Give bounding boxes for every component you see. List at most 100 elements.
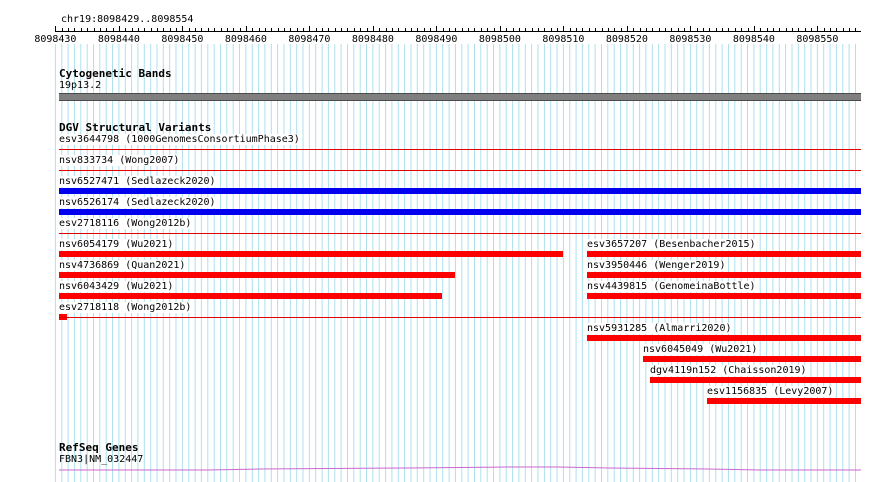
cytogenetic-bands-track-title[interactable]: Cytogenetic Bands xyxy=(59,67,172,80)
ruler-tick xyxy=(62,28,63,32)
sv-feature-bar[interactable] xyxy=(59,209,861,215)
sv-feature-bar[interactable] xyxy=(59,188,861,194)
sv-feature-label[interactable]: esv1156835 (Levy2007) xyxy=(707,386,834,397)
ruler-tick xyxy=(151,28,152,32)
ruler-tick xyxy=(405,28,406,32)
dgv-track-title[interactable]: DGV Structural Variants xyxy=(59,121,211,134)
ruler-tick xyxy=(455,28,456,32)
sv-feature-label[interactable]: dgv4119n152 (Chaisson2019) xyxy=(650,365,807,376)
sv-feature-bar[interactable] xyxy=(707,398,861,404)
ruler-tick xyxy=(646,28,647,32)
sv-feature-bar[interactable] xyxy=(59,293,442,299)
ruler-tick xyxy=(417,28,418,32)
ruler-tick xyxy=(392,28,393,32)
ruler-tick xyxy=(259,28,260,32)
sv-feature-label[interactable]: nsv4736869 (Quan2021) xyxy=(59,260,186,271)
ruler-tick xyxy=(119,26,120,32)
sv-feature-bar[interactable] xyxy=(587,251,861,257)
refseq-track-title[interactable]: RefSeq Genes xyxy=(59,441,138,454)
ruler-tick xyxy=(754,26,755,32)
sv-feature-label[interactable]: nsv6054179 (Wu2021) xyxy=(59,239,174,250)
ruler-tick-label: 8098460 xyxy=(224,34,267,45)
ruler-tick xyxy=(500,26,501,32)
cytoband-label: 19p13.2 xyxy=(59,80,102,91)
ruler-tick xyxy=(309,26,310,32)
ruler-tick xyxy=(709,28,710,32)
sv-feature-bar[interactable] xyxy=(587,293,861,299)
ruler-tick xyxy=(360,28,361,32)
ruler-tick xyxy=(728,28,729,32)
ruler-tick xyxy=(614,28,615,32)
sv-feature-label[interactable]: nsv4439815 (GenomeinaBottle) xyxy=(587,281,756,292)
sv-feature-label[interactable]: nsv6043429 (Wu2021) xyxy=(59,281,174,292)
ruler-tick-label: 8098500 xyxy=(478,34,521,45)
ruler-tick xyxy=(633,28,634,32)
sv-feature-label[interactable]: esv2718118 (Wong2012b) xyxy=(59,302,192,313)
ruler-tick xyxy=(830,28,831,32)
sv-feature-label[interactable]: esv3657207 (Besenbacher2015) xyxy=(587,239,756,250)
ruler-tick-label: 8098540 xyxy=(732,34,775,45)
ruler-tick xyxy=(659,28,660,32)
ruler-tick xyxy=(271,28,272,32)
ruler-tick xyxy=(354,28,355,32)
sv-feature-bar[interactable] xyxy=(643,356,861,362)
sv-feature-bar[interactable] xyxy=(59,170,861,171)
sv-feature-bar[interactable] xyxy=(59,233,861,234)
ruler-tick xyxy=(55,26,56,32)
ruler-tick xyxy=(741,28,742,32)
sv-feature-label[interactable]: esv2718116 (Wong2012b) xyxy=(59,218,192,229)
ruler-tick xyxy=(722,28,723,32)
sv-feature-bar[interactable] xyxy=(650,377,861,383)
ruler-tick xyxy=(233,28,234,32)
ruler-tick xyxy=(525,28,526,32)
ruler-tick xyxy=(201,28,202,32)
ruler-tick-label: 8098530 xyxy=(669,34,712,45)
sv-feature-label[interactable]: nsv6526174 (Sedlazeck2020) xyxy=(59,197,216,208)
sv-feature-label[interactable]: nsv6045049 (Wu2021) xyxy=(643,344,758,355)
sv-feature-label[interactable]: nsv833734 (Wong2007) xyxy=(59,155,180,166)
ruler-tick xyxy=(195,28,196,32)
ruler-tick xyxy=(665,28,666,32)
ruler-tick xyxy=(595,28,596,32)
ruler-tick xyxy=(506,28,507,32)
ruler-tick xyxy=(779,28,780,32)
ruler-tick xyxy=(386,28,387,32)
sv-feature-label[interactable]: nsv6527471 (Sedlazeck2020) xyxy=(59,176,216,187)
sv-feature-bar[interactable] xyxy=(587,335,861,341)
sv-feature-label[interactable]: nsv5931285 (Almarri2020) xyxy=(587,323,732,334)
ruler-tick xyxy=(805,28,806,32)
location-label: chr19:8098429..8098554 xyxy=(61,14,194,25)
ruler-tick xyxy=(786,28,787,32)
ruler-tick xyxy=(824,28,825,32)
ruler-tick xyxy=(811,28,812,32)
ruler-tick xyxy=(462,28,463,32)
ruler-tick xyxy=(697,28,698,32)
ruler-tick xyxy=(373,26,374,32)
ruler-tick xyxy=(671,28,672,32)
ruler-tick xyxy=(106,28,107,32)
ruler-tick xyxy=(640,28,641,32)
cytoband-bar[interactable] xyxy=(59,93,861,101)
ruler-tick xyxy=(582,28,583,32)
ruler-tick xyxy=(411,28,412,32)
ruler-tick xyxy=(468,28,469,32)
ruler-tick xyxy=(176,28,177,32)
ruler-tick xyxy=(214,28,215,32)
ruler-tick-label: 8098430 xyxy=(34,34,77,45)
sv-feature-label[interactable]: nsv3950446 (Wenger2019) xyxy=(587,260,726,271)
sv-feature-bar[interactable] xyxy=(59,272,455,278)
ruler-tick xyxy=(678,28,679,32)
ruler-tick-label: 8098450 xyxy=(161,34,204,45)
ruler-tick xyxy=(563,26,564,32)
ruler-tick xyxy=(621,28,622,32)
ruler-tick-label: 8098510 xyxy=(542,34,585,45)
ruler-tick xyxy=(557,28,558,32)
sv-feature-bar[interactable] xyxy=(587,272,861,278)
ruler-tick xyxy=(278,28,279,32)
gene-model-line[interactable] xyxy=(59,464,861,472)
ruler-tick xyxy=(182,26,183,32)
sv-feature-bar[interactable] xyxy=(59,149,861,150)
sv-feature-label[interactable]: esv3644798 (1000GenomesConsortiumPhase3) xyxy=(59,134,300,145)
ruler-tick xyxy=(494,28,495,32)
sv-feature-bar[interactable] xyxy=(59,251,563,257)
